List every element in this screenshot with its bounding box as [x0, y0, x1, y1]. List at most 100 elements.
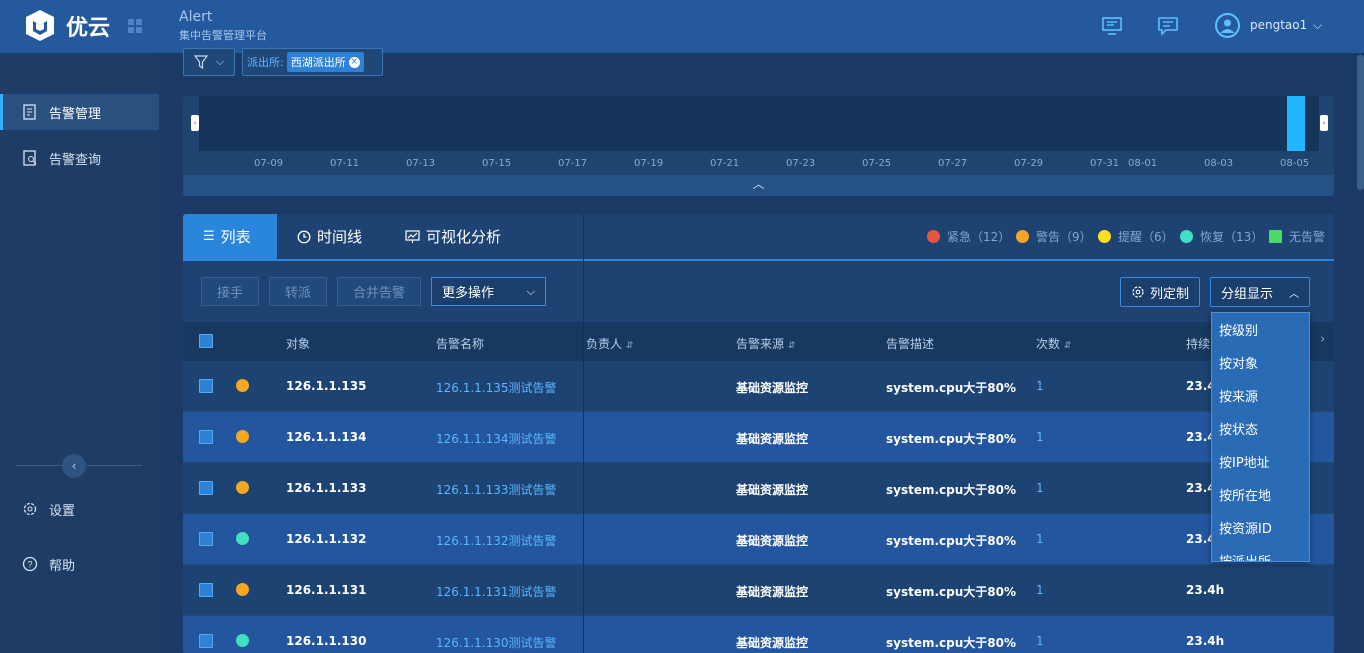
row-checkbox[interactable]: [199, 583, 213, 597]
header-name[interactable]: 告警名称: [436, 335, 484, 352]
chevron-down-icon[interactable]: ⌵: [1313, 18, 1322, 33]
row-checkbox[interactable]: [199, 532, 213, 546]
chevron-up-icon: ︿: [752, 177, 765, 191]
user-name[interactable]: pengtao1: [1250, 18, 1307, 32]
legend-critical[interactable]: 紧急（12）: [927, 228, 1010, 245]
table-row[interactable]: 126.1.1.130 126.1.1.130测试告警 基础资源监控 system.c…: [183, 616, 1334, 653]
table-row[interactable]: 126.1.1.133 126.1.1.133测试告警 基础资源监控 system.c…: [183, 463, 1334, 514]
header-owner[interactable]: 负责人 ⇵: [586, 335, 633, 352]
header-duration[interactable]: 持续: [1186, 335, 1210, 352]
row-checkbox[interactable]: [199, 430, 213, 444]
timeline-bars[interactable]: [199, 96, 1319, 151]
timeline-left-handle[interactable]: ‹: [191, 115, 199, 131]
sidebar-item-help[interactable]: ? 帮助: [0, 546, 159, 582]
table-row[interactable]: 126.1.1.131 126.1.1.131测试告警 基础资源监控 system.c…: [183, 565, 1334, 616]
row-checkbox[interactable]: [199, 634, 213, 648]
sidebar-item-settings[interactable]: 设置: [0, 491, 159, 527]
legend-reminder[interactable]: 提醒（6）: [1098, 228, 1174, 245]
cell-alarm-name[interactable]: 126.1.1.134测试告警: [436, 430, 557, 447]
transfer-button[interactable]: 转派: [269, 277, 327, 306]
sidebar-item-label: 告警管理: [49, 106, 102, 122]
sort-icon[interactable]: ⇵: [1064, 341, 1072, 351]
tab-timeline[interactable]: 时间线: [277, 214, 385, 259]
timeline-date-label: 07-21: [710, 158, 740, 169]
filter-button[interactable]: ⌵: [183, 48, 235, 76]
dropdown-option[interactable]: 按状态: [1212, 412, 1309, 445]
cell-count[interactable]: 1: [1036, 532, 1044, 546]
dropdown-option[interactable]: 按级别: [1212, 313, 1309, 346]
sort-icon[interactable]: ⇵: [626, 341, 634, 351]
dropdown-option[interactable]: 按IP地址: [1212, 445, 1309, 478]
cell-object: 126.1.1.135: [286, 379, 367, 393]
collapse-sidebar-button[interactable]: ‹: [62, 454, 86, 478]
filter-icon: [193, 55, 208, 69]
more-actions-select[interactable]: 更多操作 ⌵: [431, 277, 546, 306]
cell-desc: system.cpu大于80%: [886, 534, 1017, 548]
timeline-selection[interactable]: [1287, 96, 1305, 151]
cell-object: 126.1.1.132: [286, 532, 367, 546]
chevron-right-icon[interactable]: ›: [1320, 332, 1325, 347]
legend-warning[interactable]: 警告（9）: [1016, 228, 1092, 245]
cell-desc: system.cpu大于80%: [886, 432, 1017, 446]
timeline-date-label: 07-19: [634, 158, 664, 169]
dropdown-option[interactable]: 按来源: [1212, 379, 1309, 412]
cell-count[interactable]: 1: [1036, 430, 1044, 444]
chevron-down-icon: ⌵: [215, 55, 225, 68]
group-display-dropdown: 按级别按对象按来源按状态按IP地址按所在地按资源ID按派出所: [1211, 312, 1310, 562]
tab-visual-analysis[interactable]: 可视化分析: [385, 214, 525, 259]
header-desc[interactable]: 告警描述: [886, 335, 934, 352]
cell-count[interactable]: 1: [1036, 379, 1044, 393]
group-display-select[interactable]: 分组显示 ︿: [1210, 277, 1310, 307]
table-row[interactable]: 126.1.1.134 126.1.1.134测试告警 基础资源监控 system.c…: [183, 412, 1334, 463]
cell-alarm-name[interactable]: 126.1.1.135测试告警: [436, 379, 557, 396]
cell-alarm-name[interactable]: 126.1.1.131测试告警: [436, 583, 557, 600]
tab-list[interactable]: ☰ 列表: [183, 214, 277, 259]
legend-label: 警告（9）: [1036, 230, 1092, 244]
timeline-right-handle[interactable]: ›: [1320, 115, 1328, 131]
app-grid-icon[interactable]: [128, 19, 142, 33]
timeline-date-label: 07-23: [786, 158, 816, 169]
cell-count[interactable]: 1: [1036, 583, 1044, 597]
select-all-checkbox[interactable]: [199, 334, 213, 348]
dropdown-option[interactable]: 按派出所: [1212, 544, 1309, 561]
merge-alarm-button[interactable]: 合并告警: [337, 277, 421, 306]
cell-count[interactable]: 1: [1036, 634, 1044, 648]
no-alarm-square: [1269, 230, 1282, 243]
cell-source: 基础资源监控: [736, 432, 809, 446]
cell-duration: 23.4h: [1186, 583, 1225, 597]
row-checkbox[interactable]: [199, 481, 213, 495]
page-scrollbar[interactable]: [1357, 55, 1364, 190]
cell-alarm-name[interactable]: 126.1.1.132测试告警: [436, 532, 557, 549]
row-checkbox[interactable]: [199, 379, 213, 393]
sidebar-item-alarm-management[interactable]: 告警管理: [0, 94, 159, 130]
user-icon[interactable]: [1215, 13, 1240, 38]
cell-count[interactable]: 1: [1036, 481, 1044, 495]
header-source[interactable]: 告警来源 ⇵: [736, 335, 795, 352]
message-icon[interactable]: [1157, 15, 1179, 37]
timeline-chart[interactable]: ‹ › 07-09 07-11 07-13 07-15 07-17 07-19 07-21 0…: [183, 96, 1334, 196]
table-row[interactable]: 126.1.1.135 126.1.1.135测试告警 基础资源监控 system.c…: [183, 361, 1334, 412]
sort-icon[interactable]: ⇵: [788, 341, 796, 351]
table-row[interactable]: 126.1.1.132 126.1.1.132测试告警 基础资源监控 system.c…: [183, 514, 1334, 565]
dropdown-option[interactable]: 按对象: [1212, 346, 1309, 379]
dropdown-option[interactable]: 按所在地: [1212, 478, 1309, 511]
timeline-collapse-button[interactable]: ︿: [183, 175, 1334, 196]
accept-button[interactable]: 接手: [201, 277, 259, 306]
cell-alarm-name[interactable]: 126.1.1.133测试告警: [436, 481, 557, 498]
legend-no-alarm[interactable]: 无告警: [1269, 228, 1325, 245]
cell-object: 126.1.1.130: [286, 634, 367, 648]
sidebar-item-alarm-query[interactable]: 告警查询: [0, 140, 159, 176]
monitor-icon[interactable]: [1101, 15, 1123, 37]
column-custom-button[interactable]: 列定制: [1120, 277, 1200, 307]
close-icon[interactable]: ×: [348, 56, 360, 68]
cell-desc: system.cpu大于80%: [886, 636, 1017, 650]
cell-alarm-name[interactable]: 126.1.1.130测试告警: [436, 634, 557, 651]
header-count[interactable]: 次数 ⇵: [1036, 335, 1071, 352]
filter-value: 西湖派出所 ×: [286, 52, 364, 72]
tab-bar: ☰ 列表 时间线 可视化分析 紧急（12） 警告（9） 提醒（6） 恢复（13）…: [183, 214, 1334, 261]
dropdown-option[interactable]: 按资源ID: [1212, 511, 1309, 544]
alarm-search-icon: [23, 150, 37, 166]
legend-recovered[interactable]: 恢复（13）: [1180, 228, 1263, 245]
header-object[interactable]: 对象: [286, 335, 310, 352]
cell-object: 126.1.1.134: [286, 430, 367, 444]
